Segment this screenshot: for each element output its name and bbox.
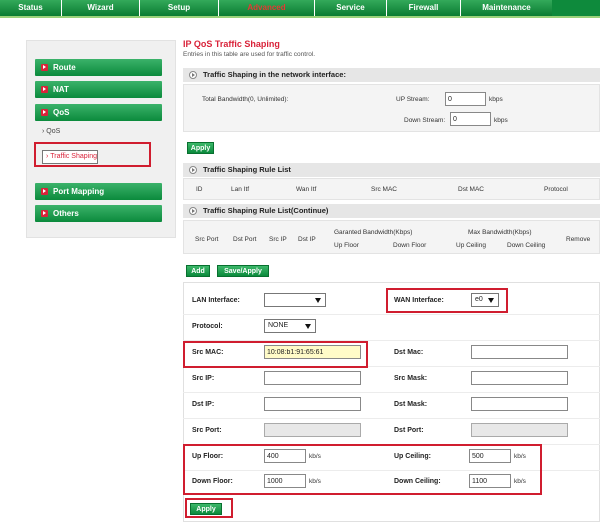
max-bandwidth-header: Max Bandwidth(Kbps) (468, 229, 532, 236)
divider (183, 392, 600, 393)
collapse-icon[interactable] (189, 207, 197, 215)
bullet-icon (41, 109, 48, 116)
src-mask-input[interactable] (471, 371, 568, 385)
dst-mask-input[interactable] (471, 397, 568, 411)
bullet-icon (41, 86, 48, 93)
src-ip-input[interactable] (264, 371, 361, 385)
highlight-box (386, 288, 508, 313)
bullet-icon (41, 210, 48, 217)
tab-service[interactable]: Service (315, 0, 387, 16)
page-description: Entries in this table are used for traff… (183, 51, 316, 58)
src-mask-label: Src Mask: (394, 375, 428, 382)
sidebar-item-label: Others (53, 209, 79, 218)
column-header: Up Ceiling (456, 242, 486, 249)
total-bandwidth-label: Total Bandwidth(0, Unlimited): (202, 96, 289, 103)
collapse-icon[interactable] (189, 71, 197, 79)
sidebar: Route NAT QoS › QoS › Traffic Shaping Po… (26, 40, 176, 238)
chevron-down-icon (315, 298, 321, 303)
column-header: Up Floor (334, 242, 359, 249)
highlight-box (185, 498, 233, 518)
column-header: Dst IP (298, 236, 316, 243)
highlight-box (183, 341, 368, 368)
dst-mask-label: Dst Mask: (394, 401, 428, 408)
section-header-rule-list: Traffic Shaping Rule List (183, 163, 600, 177)
collapse-icon[interactable] (189, 166, 197, 174)
lan-interface-label: LAN Interface: (192, 297, 240, 304)
tab-advanced[interactable]: Advanced (219, 0, 315, 16)
interface-panel: Total Bandwidth(0, Unlimited): UP Stream… (183, 84, 600, 132)
column-header: Remove (566, 236, 591, 243)
tab-status[interactable]: Status (0, 0, 62, 16)
tab-wizard[interactable]: Wizard (62, 0, 140, 16)
dst-mac-label: Dst Mac: (394, 349, 424, 356)
src-ip-label: Src IP: (192, 375, 215, 382)
rule-list-continue-table: Garanted Bandwidth(Kbps) Max Bandwidth(K… (183, 220, 600, 254)
chevron-down-icon (305, 324, 311, 329)
column-header: Src IP (269, 236, 287, 243)
column-header: ID (196, 186, 203, 193)
up-stream-input[interactable] (445, 92, 486, 106)
highlight-box (183, 444, 542, 495)
sidebar-item-label: NAT (53, 85, 69, 94)
column-header: Down Ceiling (507, 242, 546, 249)
divider (183, 418, 600, 419)
sidebar-item-port-mapping[interactable]: Port Mapping (35, 183, 162, 200)
up-stream-label: UP Stream: (396, 96, 430, 103)
up-stream-unit: kbps (489, 96, 503, 103)
save-apply-button[interactable]: Save/Apply (217, 265, 269, 277)
section-header-rule-list-continue: Traffic Shaping Rule List(Continue) (183, 204, 600, 218)
column-header: Lan Itf (231, 186, 250, 193)
column-header: Src Port (195, 236, 219, 243)
dst-port-input[interactable] (471, 423, 568, 437)
dst-ip-label: Dst IP: (192, 401, 215, 408)
column-header: Down Floor (393, 242, 427, 249)
column-header: Dst MAC (458, 186, 484, 193)
bullet-icon (41, 64, 48, 71)
lan-interface-select[interactable] (264, 293, 326, 307)
down-stream-label: Down Stream: (404, 117, 446, 124)
sidebar-item-route[interactable]: Route (35, 59, 162, 76)
src-port-label: Src Port: (192, 427, 222, 434)
tab-setup[interactable]: Setup (140, 0, 219, 16)
section-header-interface: Traffic Shaping in the network interface… (183, 68, 600, 82)
sidebar-item-nat[interactable]: NAT (35, 81, 162, 98)
down-stream-input[interactable] (450, 112, 491, 126)
tab-firewall[interactable]: Firewall (387, 0, 461, 16)
column-header: Protocol (544, 186, 568, 193)
rule-list-table: ID Lan Itf Wan Itf Src MAC Dst MAC Proto… (183, 178, 600, 200)
dst-ip-input[interactable] (264, 397, 361, 411)
column-header: Dst Port (233, 236, 257, 243)
bullet-icon (41, 188, 48, 195)
apply-bandwidth-button[interactable]: Apply (187, 142, 214, 154)
sidebar-item-qos[interactable]: QoS (35, 104, 162, 121)
sidebar-subitem-qos[interactable]: › QoS (42, 128, 60, 135)
column-header: Src MAC (371, 186, 397, 193)
src-port-input[interactable] (264, 423, 361, 437)
sidebar-item-label: Port Mapping (53, 187, 105, 196)
add-button[interactable]: Add (186, 265, 210, 277)
guaranteed-bandwidth-header: Garanted Bandwidth(Kbps) (334, 229, 413, 236)
dst-mac-input[interactable] (471, 345, 568, 359)
sidebar-item-label: QoS (53, 108, 70, 117)
protocol-label: Protocol: (192, 323, 223, 330)
down-stream-unit: kbps (494, 117, 508, 124)
sidebar-item-others[interactable]: Others (35, 205, 162, 222)
protocol-select[interactable]: NONE (264, 319, 316, 333)
divider (183, 314, 600, 315)
dst-port-label: Dst Port: (394, 427, 424, 434)
column-header: Wan Itf (296, 186, 317, 193)
sidebar-item-label: Route (53, 63, 76, 72)
tab-maintenance[interactable]: Maintenance (461, 0, 552, 16)
page-title: IP QoS Traffic Shaping (183, 39, 280, 49)
highlight-box (34, 142, 151, 167)
top-nav: Status Wizard Setup Advanced Service Fir… (0, 0, 600, 18)
